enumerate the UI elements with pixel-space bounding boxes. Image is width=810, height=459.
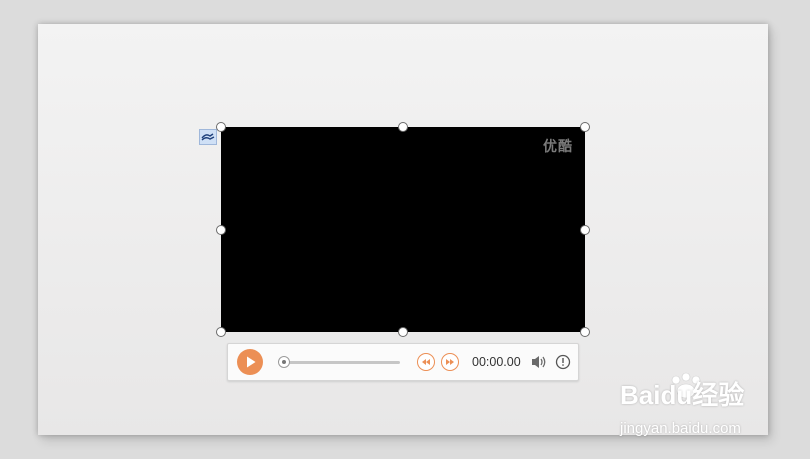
play-button[interactable] [237,349,263,375]
baidu-jingyan-url: jingyan.baidu.com [620,420,741,437]
resize-handle-bottom[interactable] [398,327,408,337]
resize-handle-right[interactable] [580,225,590,235]
info-icon[interactable] [555,354,571,370]
play-icon [247,356,256,368]
fast-forward-icon [446,359,454,365]
video-watermark: 优酷 [543,138,573,154]
progress-track[interactable] [285,361,400,364]
resize-handle-top-left[interactable] [216,122,226,132]
video-frame[interactable]: 优酷 [221,127,585,332]
resize-handle-left[interactable] [216,225,226,235]
media-controls-bar: 00:00.00 [227,343,579,381]
time-display: 00:00.00 [472,355,521,369]
resize-handle-top[interactable] [398,122,408,132]
resize-handle-top-right[interactable] [580,122,590,132]
media-tag-icon[interactable] [199,129,217,145]
volume-icon[interactable] [530,354,548,370]
fast-forward-button[interactable] [441,353,459,371]
rewind-button[interactable] [417,353,435,371]
resize-handle-bottom-left[interactable] [216,327,226,337]
rewind-icon [422,359,430,365]
resize-handle-bottom-right[interactable] [580,327,590,337]
progress-knob[interactable] [278,356,290,368]
baidu-jingyan-logo: Baidu经验 [620,380,745,410]
